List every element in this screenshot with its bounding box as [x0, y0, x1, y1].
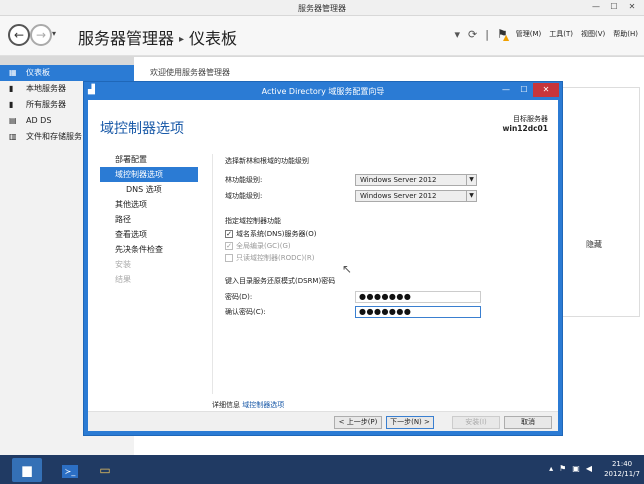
- confirm-password-label: 确认密码(C):: [225, 308, 266, 316]
- chevron-down-icon[interactable]: ▾: [52, 29, 56, 38]
- server-manager-titlebar: 服务器管理器 — ☐ ✕: [0, 0, 644, 16]
- previous-button[interactable]: < 上一步(P): [334, 416, 382, 429]
- breadcrumb: 服务器管理器 ▸ 仪表板: [78, 25, 237, 49]
- minimize-icon[interactable]: —: [497, 83, 515, 97]
- close-icon[interactable]: ✕: [624, 1, 640, 13]
- step-results: 结果: [115, 275, 131, 284]
- server-manager-header: ← → ▾ 服务器管理器 ▸ 仪表板 ▾ ⟳ | ⚑ ▲ 管理(M) 工具(T) 视图…: [0, 16, 644, 56]
- menu-help[interactable]: 帮助(H): [613, 29, 638, 39]
- step-prerequisites[interactable]: 先决条件检查: [100, 242, 198, 257]
- welcome-heading: 欢迎使用服务器管理器: [150, 68, 230, 77]
- wizard-title: Active Directory 域服务配置向导: [261, 87, 385, 96]
- file-explorer-taskbar-icon[interactable]: ▭: [90, 458, 120, 482]
- password-label: 密码(D):: [225, 293, 253, 301]
- more-info-label: 详细信息: [212, 401, 240, 409]
- more-info-link[interactable]: 域控制器选项: [242, 401, 284, 409]
- system-tray: ▴ ⚑ ▣ ◀: [549, 464, 592, 473]
- menu-view[interactable]: 视图(V): [581, 29, 605, 39]
- step-installation: 安装: [115, 260, 131, 269]
- action-center-flag-icon[interactable]: ⚑: [559, 464, 566, 473]
- wizard-content: 选择新林和根域的功能级别 林功能级别: Windows Server 2012 ▼…: [212, 154, 552, 394]
- target-server-name: win12dc01: [502, 124, 548, 133]
- maximize-icon[interactable]: ☐: [515, 83, 533, 97]
- wizard-steps: 部署配置 域控制器选项 DNS 选项 其他选项 路径 查看选项 先决条件检查 安…: [100, 152, 198, 287]
- dashboard-tile: [562, 87, 640, 317]
- functional-level-heading: 选择新林和根域的功能级别: [225, 157, 309, 165]
- checkmark-icon: ✓: [225, 230, 233, 238]
- tray-up-arrow-icon[interactable]: ▴: [549, 464, 553, 473]
- dc-capabilities-heading: 指定域控制器功能: [225, 217, 281, 225]
- dns-server-checkbox[interactable]: ✓ 域名系统(DNS)服务器(O): [225, 229, 317, 239]
- wizard-heading: 域控制器选项: [100, 121, 184, 137]
- divider: |: [485, 27, 489, 41]
- clock-time: 21:40: [611, 460, 633, 468]
- volume-icon[interactable]: ◀: [586, 464, 592, 473]
- server-icon: ▮: [9, 84, 14, 93]
- forward-button[interactable]: →: [30, 24, 52, 46]
- domain-level-select[interactable]: Windows Server 2012 ▼: [355, 190, 477, 202]
- breadcrumb-root[interactable]: 服务器管理器: [78, 29, 174, 48]
- taskbar: ▆ ≻_ ▭ ▴ ⚑ ▣ ◀ 21:40 2012/11/7: [0, 455, 644, 484]
- server-manager-taskbar-icon[interactable]: ▆: [12, 458, 42, 482]
- step-dc-options[interactable]: 域控制器选项: [100, 167, 198, 182]
- chevron-down-icon: ▼: [466, 191, 476, 201]
- ad-ds-config-wizard: ▟ Active Directory 域服务配置向导 — ☐ ✕ 域控制器选项 …: [83, 81, 563, 436]
- back-button[interactable]: ←: [8, 24, 30, 46]
- domain-level-label: 域功能级别:: [225, 192, 263, 200]
- cancel-button[interactable]: 取消: [504, 416, 552, 429]
- ad-ds-icon: ▤: [9, 116, 17, 125]
- menu-manage[interactable]: 管理(M): [516, 29, 542, 39]
- wizard-body: 域控制器选项 目标服务器 win12dc01 部署配置 域控制器选项 DNS 选…: [88, 100, 558, 431]
- dashboard-icon: ▦: [9, 68, 17, 77]
- step-deployment-config[interactable]: 部署配置: [100, 152, 198, 167]
- forest-level-select[interactable]: Windows Server 2012 ▼: [355, 174, 477, 186]
- page-title: 仪表板: [189, 29, 238, 48]
- wizard-button-row: < 上一步(P) 下一步(N) > 安装(I) 取消: [88, 411, 558, 431]
- wizard-titlebar: ▟ Active Directory 域服务配置向导 — ☐ ✕: [84, 82, 562, 100]
- servers-icon: ▮: [9, 100, 14, 109]
- step-paths[interactable]: 路径: [100, 212, 198, 227]
- rodc-checkbox: 只读域控制器(RODC)(R): [225, 253, 314, 263]
- chevron-down-icon: ▼: [466, 175, 476, 185]
- install-button: 安装(I): [452, 416, 500, 429]
- refresh-icon[interactable]: ⟳: [468, 28, 477, 41]
- hide-link[interactable]: 隐藏: [586, 239, 602, 250]
- more-info: 详细信息 域控制器选项: [212, 400, 284, 410]
- network-icon[interactable]: ▣: [572, 464, 580, 473]
- confirm-password-field[interactable]: ●●●●●●●: [355, 306, 481, 318]
- forest-level-label: 林功能级别:: [225, 176, 263, 184]
- sidebar-item-dashboard[interactable]: ▦ 仪表板: [0, 65, 134, 81]
- close-icon[interactable]: ✕: [533, 83, 559, 97]
- step-additional-options[interactable]: 其他选项: [100, 197, 198, 212]
- taskbar-clock[interactable]: 21:40 2012/11/7: [604, 459, 640, 479]
- checkmark-icon: ✓: [225, 242, 233, 250]
- chevron-down-icon[interactable]: ▾: [455, 28, 461, 41]
- step-dns-options[interactable]: DNS 选项: [100, 182, 198, 197]
- clock-date: 2012/11/7: [604, 470, 640, 478]
- menu-tools[interactable]: 工具(T): [549, 29, 573, 39]
- storage-icon: ▥: [9, 132, 17, 141]
- powershell-taskbar-icon[interactable]: ≻_: [55, 458, 85, 482]
- password-field[interactable]: ●●●●●●●: [355, 291, 481, 303]
- next-button[interactable]: 下一步(N) >: [386, 416, 434, 429]
- step-review-options[interactable]: 查看选项: [100, 227, 198, 242]
- notifications-flag-icon[interactable]: ⚑ ▲: [497, 27, 510, 42]
- dsrm-heading: 键入目录服务还原模式(DSRM)密码: [225, 277, 336, 285]
- window-title: 服务器管理器: [298, 4, 346, 13]
- maximize-icon[interactable]: ☐: [606, 1, 622, 13]
- minimize-icon[interactable]: —: [588, 1, 604, 13]
- breadcrumb-separator-icon: ▸: [179, 34, 185, 45]
- target-server-label: 目标服务器: [513, 115, 548, 123]
- mouse-cursor-icon: ↖: [342, 262, 353, 276]
- global-catalog-checkbox: ✓ 全局编录(GC)(G): [225, 242, 291, 250]
- warning-icon: ▲: [502, 33, 510, 42]
